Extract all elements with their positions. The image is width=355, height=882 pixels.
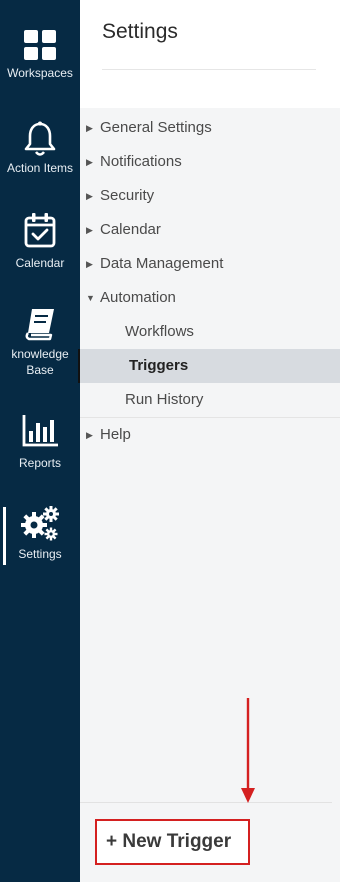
menu-item-security[interactable]: ▶ Security xyxy=(80,179,340,213)
caret-right-icon: ▶ xyxy=(86,225,93,235)
submenu-item-label: Triggers xyxy=(129,357,189,374)
menu-item-automation[interactable]: ▼ Automation xyxy=(80,281,340,315)
grid-icon xyxy=(24,30,56,60)
menu-item-general-settings[interactable]: ▶ General Settings xyxy=(80,111,340,145)
caret-right-icon: ▶ xyxy=(86,123,93,133)
menu-item-help[interactable]: ▶ Help xyxy=(80,418,340,452)
settings-panel: Settings ▶ General Settings ▶ Notificati… xyxy=(78,0,340,882)
menu-item-label: Automation xyxy=(100,289,176,306)
nav-label-action-items: Action Items xyxy=(6,161,74,175)
menu-item-label: Data Management xyxy=(100,255,224,272)
nav-label-base: Base xyxy=(26,363,54,377)
nav-label-knowledge: knowledge xyxy=(11,347,69,361)
caret-right-icon: ▶ xyxy=(86,191,93,201)
nav-item-calendar[interactable]: Calendar xyxy=(0,212,80,271)
title-divider xyxy=(102,69,316,70)
nav-label-reports: Reports xyxy=(18,456,62,470)
settings-header: Settings xyxy=(80,0,340,108)
footer-divider xyxy=(80,802,332,803)
caret-right-icon: ▶ xyxy=(86,430,93,440)
caret-right-icon: ▶ xyxy=(86,259,93,269)
nav-item-workspaces[interactable]: Workspaces xyxy=(0,30,80,81)
gears-icon xyxy=(21,506,59,541)
submenu-item-label: Run History xyxy=(125,391,204,408)
new-trigger-button[interactable]: + New Trigger xyxy=(95,819,250,865)
nav-item-action-items[interactable]: Action Items xyxy=(0,121,80,176)
nav-label-calendar: Calendar xyxy=(15,256,65,270)
menu-item-label: Security xyxy=(100,187,155,204)
active-nav-indicator xyxy=(3,507,6,565)
nav-item-reports[interactable]: Reports xyxy=(0,414,80,471)
menu-item-label: Calendar xyxy=(100,221,161,238)
bell-icon xyxy=(24,121,56,156)
menu-item-label: Notifications xyxy=(100,153,182,170)
submenu-item-workflows[interactable]: Workflows xyxy=(80,315,340,349)
nav-rail: Workspaces Action Items Calendar knowled… xyxy=(0,0,80,882)
submenu-item-run-history[interactable]: Run History xyxy=(80,383,340,417)
menu-item-label: Help xyxy=(100,426,131,443)
nav-item-settings[interactable]: Settings xyxy=(0,505,80,562)
bar-chart-icon xyxy=(22,415,58,447)
caret-down-icon: ▼ xyxy=(86,293,95,303)
page-title: Settings xyxy=(102,20,178,43)
menu-item-label: General Settings xyxy=(100,119,212,136)
nav-label-settings: Settings xyxy=(18,547,62,561)
nav-label-workspaces: Workspaces xyxy=(7,66,73,80)
menu-item-calendar[interactable]: ▶ Calendar xyxy=(80,213,340,247)
annotation-arrow xyxy=(241,698,255,803)
submenu-item-label: Workflows xyxy=(125,323,194,340)
menu-item-notifications[interactable]: ▶ Notifications xyxy=(80,145,340,179)
window-edge xyxy=(340,0,355,882)
calendar-check-icon xyxy=(24,213,56,248)
submenu-item-triggers[interactable]: Triggers xyxy=(78,349,340,383)
nav-item-knowledge-base[interactable]: knowledge Base xyxy=(0,307,80,378)
menu-item-data-management[interactable]: ▶ Data Management xyxy=(80,247,340,281)
book-icon xyxy=(25,309,54,341)
caret-right-icon: ▶ xyxy=(86,157,93,167)
active-item-indicator xyxy=(78,349,80,383)
